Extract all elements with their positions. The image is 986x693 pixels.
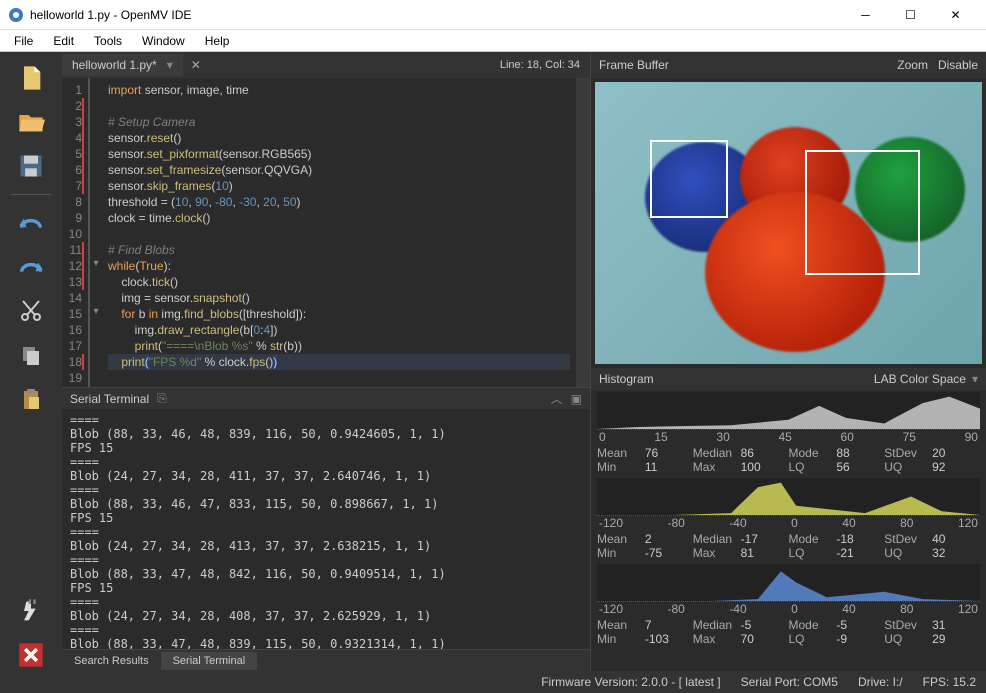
editor-scrollbar[interactable] (576, 78, 590, 387)
menu-tools[interactable]: Tools (84, 32, 132, 50)
terminal-output[interactable]: ==== Blob (88, 33, 46, 48, 839, 116, 50,… (62, 409, 590, 649)
connect-button[interactable] (15, 595, 47, 627)
framebuffer-header: Frame Buffer Zoom Disable (591, 52, 986, 78)
histogram-channel-A: A-120-80-4004080120Mean2Median-17Mode-18… (597, 478, 980, 562)
menu-edit[interactable]: Edit (43, 32, 84, 50)
tab-name: helloworld 1.py* (72, 58, 157, 72)
terminal-title: Serial Terminal (70, 392, 149, 406)
editor: helloworld 1.py* ▾ ✕ Line: 18, Col: 34 1… (62, 52, 590, 671)
histogram-area: L0153045607590Mean76Median86Mode88StDev2… (591, 390, 986, 671)
disable-button[interactable]: Disable (938, 58, 978, 72)
bottom-tab-search-results[interactable]: Search Results (62, 652, 161, 670)
statusbar: Firmware Version: 2.0.0 - [ latest ] Ser… (0, 671, 986, 693)
undo-button[interactable] (15, 207, 47, 239)
menu-window[interactable]: Window (132, 32, 195, 50)
sidebar (0, 52, 62, 671)
fold-gutter[interactable]: ▾▾ (90, 78, 102, 387)
open-file-button[interactable] (15, 106, 47, 138)
tab-dropdown-icon[interactable]: ▾ (167, 58, 173, 72)
line-col-indicator: Line: 18, Col: 34 (500, 59, 590, 71)
copy-button[interactable] (15, 339, 47, 371)
right-panel: Frame Buffer Zoom Disable (590, 52, 986, 671)
terminal-collapse-icon[interactable]: ︿ (551, 390, 563, 407)
line-gutter[interactable]: 12345678910111213141516171819 (62, 78, 90, 387)
redo-button[interactable] (15, 251, 47, 283)
code-text[interactable]: import sensor, image, time# Setup Camera… (102, 78, 576, 387)
histogram-channel-L: L0153045607590Mean76Median86Mode88StDev2… (597, 392, 980, 476)
new-file-button[interactable] (15, 62, 47, 94)
menu-file[interactable]: File (4, 32, 43, 50)
status-fps: FPS: 15.2 (923, 675, 976, 689)
window-title: helloworld 1.py - OpenMV IDE (30, 8, 843, 22)
titlebar: helloworld 1.py - OpenMV IDE ─ ☐ ✕ (0, 0, 986, 30)
window-minimize-button[interactable]: ─ (843, 0, 888, 30)
menubar: FileEditToolsWindowHelp (0, 30, 986, 52)
terminal-settings-icon[interactable]: ⎘ (157, 391, 167, 406)
histogram-title: Histogram (599, 372, 654, 386)
status-serial-port: Serial Port: COM5 (741, 675, 838, 689)
menu-help[interactable]: Help (195, 32, 240, 50)
stop-button[interactable] (15, 639, 47, 671)
editor-tabbar: helloworld 1.py* ▾ ✕ Line: 18, Col: 34 (62, 52, 590, 78)
status-drive: Drive: I:/ (858, 675, 903, 689)
window-close-button[interactable]: ✕ (933, 0, 978, 30)
terminal-header: Serial Terminal ⎘ ︿ ▣ (62, 387, 590, 409)
framebuffer-view[interactable] (591, 78, 986, 368)
bottom-tabs: Search ResultsSerial Terminal (62, 649, 590, 671)
save-file-button[interactable] (15, 150, 47, 182)
terminal-detach-icon[interactable]: ▣ (571, 392, 582, 406)
chevron-down-icon: ▾ (972, 372, 978, 386)
zoom-button[interactable]: Zoom (897, 58, 928, 72)
bottom-tab-serial-terminal[interactable]: Serial Terminal (161, 652, 258, 670)
paste-button[interactable] (15, 383, 47, 415)
app-logo-icon (8, 7, 24, 23)
window-maximize-button[interactable]: ☐ (888, 0, 933, 30)
histogram-header: Histogram LAB Color Space ▾ (591, 368, 986, 390)
editor-tab[interactable]: helloworld 1.py* ▾ (62, 54, 183, 76)
cut-button[interactable] (15, 295, 47, 327)
tab-close-icon[interactable]: ✕ (191, 58, 201, 72)
histogram-channel-B: B-120-80-4004080120Mean7Median-5Mode-5St… (597, 564, 980, 648)
status-firmware: Firmware Version: 2.0.0 - [ latest ] (541, 675, 720, 689)
framebuffer-title: Frame Buffer (599, 58, 669, 72)
colorspace-select[interactable]: LAB Color Space (874, 372, 966, 386)
